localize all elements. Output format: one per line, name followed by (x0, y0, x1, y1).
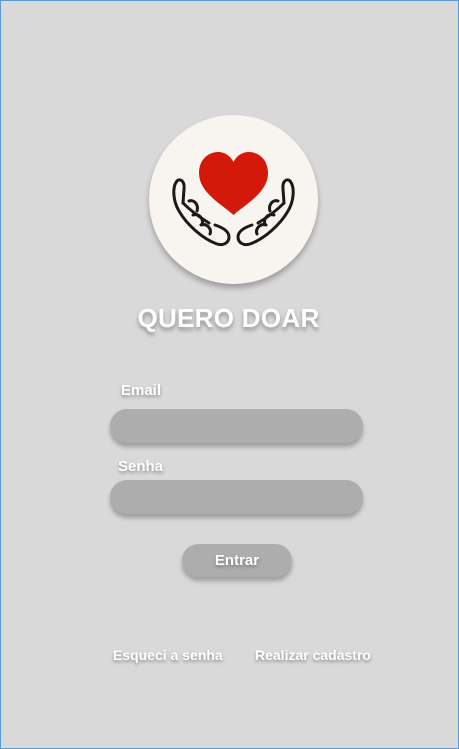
email-label: Email (121, 382, 162, 399)
email-field[interactable] (110, 409, 363, 443)
login-screen: QUERO DOAR Email Senha Entrar Esqueci a … (0, 0, 459, 749)
heart-in-hands-icon (172, 152, 295, 247)
login-button[interactable]: Entrar (182, 544, 292, 577)
app-title: QUERO DOAR (137, 303, 320, 333)
app-logo (149, 115, 318, 284)
forgot-password-link[interactable]: Esqueci a senha (113, 647, 223, 663)
register-link[interactable]: Realizar cadastro (255, 647, 371, 663)
password-field[interactable] (110, 480, 363, 514)
password-label: Senha (118, 458, 164, 475)
